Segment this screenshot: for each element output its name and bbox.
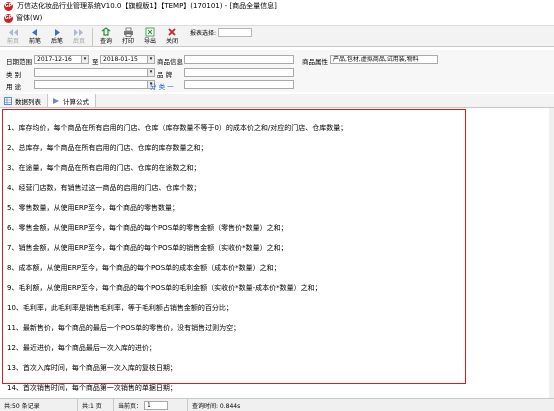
export-button[interactable]: 导出 [139,26,161,48]
formula-item: 12、最近进价，每个商品最后一次入库的进价； [7,344,156,352]
print-label: 打印 [121,38,134,45]
menu-bar: GP 窗体(W) [0,12,554,24]
close-label: 关闭 [165,38,178,45]
category-picker-button[interactable]: ▾ [147,68,155,77]
formula-item: 2、总库存，每个商品在所有启用的门店、仓库的库存数量之和； [7,144,208,152]
tab-data-list-label: 数据列表 [15,97,41,106]
date-range-label: 日期范围 [6,58,32,66]
date-from-picker-button[interactable]: ▾ [81,55,89,64]
export-icon [143,27,157,37]
status-bar: 共:50 条记录 共:1 页 当前页： 1 查询时间: 0.844s [0,398,554,411]
current-page-label: 当前页： [118,402,143,410]
record-count: 共:50 条记录 [0,398,78,411]
formula-list: 1、库存均价，每个商品在所有启用的门店、仓库（库存数量不等于0）的成本价之和/对… [7,122,347,402]
date-to-label: 至 [92,58,99,66]
category-label: 类 别 [6,71,22,79]
prev-page-button[interactable]: 前页 [2,26,24,48]
formula-item: 5、零售数量，从使用ERP至今，每个商品的零售数量； [7,204,179,212]
app-logo-icon: GP [4,1,13,11]
grid-icon [4,96,12,105]
close-icon [165,27,179,37]
formula-item: 6、零售金额，从使用ERP至今，每个商品的每个POS单的零售金额（零售价*数量）… [7,224,288,232]
filter-panel: 日期范围 2017-12-16 ▾ 至 2018-01-15 ▾ 商品信息 商品… [0,50,554,92]
usage-label: 用 途 [6,83,22,91]
brand-label: 品 牌 [157,71,173,79]
group-one-link[interactable]: 分 类 一 [150,81,174,91]
prev-record-button[interactable]: 前笔 [24,26,46,48]
formula-panel: 1、库存均价，每个商品在所有启用的门店、仓库（库存数量不等于0）的成本价之和/对… [0,108,554,398]
report-select-dropdown[interactable] [218,27,253,37]
date-from-input[interactable]: 2017-12-16 [34,55,82,64]
formula-item: 8、成本额，从使用ERP至今，每个商品的每个POS单的成本金额（成本价*数量）之… [7,264,281,272]
next-page-icon [72,27,86,37]
product-attr-input[interactable]: 产品,包材,虚拟商品,试用装,物料 [330,55,438,64]
formula-item: 1、库存均价，每个商品在所有启用的门店、仓库（库存数量不等于0）的成本价之和/对… [7,124,348,132]
next-page-button[interactable]: 后页 [68,26,90,48]
query-button[interactable]: 查询 [95,26,117,48]
tab-formulas[interactable]: 计算公式 [48,94,96,107]
page-count: 共:1 页 [78,398,114,411]
toolbar-divider [92,28,93,46]
prev-record-icon [28,27,42,37]
tab-bar: 数据列表 计算公式 [0,94,554,108]
query-icon [99,27,113,37]
title-bar: GP 万信达化妆品行业管理系统V10.0【旗舰版1】【TEMP】(170101)… [0,0,554,12]
formula-item: 3、在途量，每个商品在所有启用的门店、仓库的在途数之和； [7,164,201,172]
print-icon [121,27,135,37]
group-one-input[interactable] [184,80,294,89]
formula-item: 13、首次入库时间，每个商品第一次入库的复核日期； [7,364,177,372]
formula-item: 10、毛利率，此毛利率是销售毛利率，等于毛利额占销售金额的百分比； [7,304,233,312]
report-select-label: 报表选择: [190,29,217,37]
current-page-group: 当前页： 1 [114,398,188,411]
next-record-icon [50,27,64,37]
prev-record-label: 前笔 [28,38,41,45]
next-record-label: 后笔 [50,38,63,45]
toolbar: 前页 前笔 后笔 后页 查询 打印 导出 关闭 报表选择: [0,25,554,47]
tab-formulas-label: 计算公式 [63,97,89,106]
category-input[interactable] [34,68,148,77]
export-label: 导出 [143,38,156,45]
prev-page-icon [6,27,20,37]
window-title: 万信达化妆品行业管理系统V10.0【旗舰版1】【TEMP】(170101) - … [17,2,277,10]
formula-icon [52,97,60,105]
date-to-picker-button[interactable]: ▾ [147,55,155,64]
formula-item: 7、销售金额，从使用ERP至今，每个商品的每个POS单的销售金额（实收价*数量）… [7,244,288,252]
tab-data-list[interactable]: 数据列表 [0,94,48,107]
close-button[interactable]: 关闭 [161,26,183,48]
report-select: 报表选择: [190,26,253,38]
menu-logo-icon: GP [4,13,13,23]
formula-item: 9、毛利额，从使用ERP至今，每个商品的每个POS单的毛利金额（实收价*数量-成… [7,284,322,292]
product-attr-label: 商品属性 [302,58,328,66]
next-record-button[interactable]: 后笔 [46,26,68,48]
query-label: 查询 [99,38,112,45]
date-to-input[interactable]: 2018-01-15 [100,55,148,64]
formula-highlight-box: 1、库存均价，每个商品在所有启用的门店、仓库（库存数量不等于0）的成本价之和/对… [2,109,466,392]
print-button[interactable]: 打印 [117,26,139,48]
formula-item: 4、经营门店数，有销售过这一商品的启用的门店、仓库个数； [7,184,201,192]
prev-page-label: 前页 [6,38,19,45]
formula-item: 11、最新售价，每个商品的最后一个POS单的零售价，没有销售过则为空； [7,324,241,332]
vertical-scrollbar[interactable] [549,108,554,398]
usage-input[interactable] [34,80,148,89]
brand-input[interactable] [184,68,294,77]
menu-window[interactable]: 窗体(W) [16,13,42,23]
next-page-label: 后页 [72,38,85,45]
current-page-input[interactable]: 1 [144,400,169,410]
product-info-input[interactable] [184,55,294,64]
product-info-label: 商品信息 [157,58,183,66]
query-time: 查询时间: 0.844s [192,402,241,410]
